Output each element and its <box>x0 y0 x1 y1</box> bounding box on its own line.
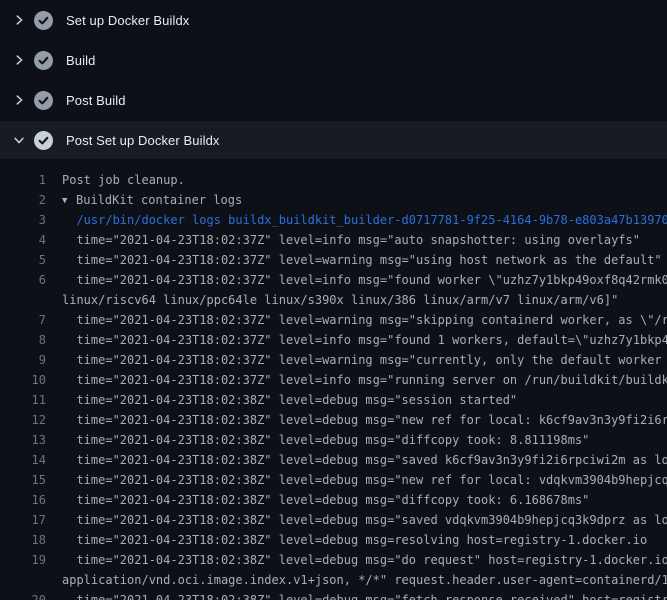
log-line-number[interactable]: 20 <box>0 590 46 600</box>
log-row: 19 time="2021-04-23T18:02:38Z" level=deb… <box>0 550 667 570</box>
steps-list: Set up Docker Buildx Build Post Build Po… <box>0 0 667 160</box>
log-line-number[interactable]: 6 <box>0 270 46 290</box>
log-text: time="2021-04-23T18:02:38Z" level=debug … <box>62 450 667 470</box>
log-command-text: /usr/bin/docker logs buildx_buildkit_bui… <box>62 210 667 230</box>
log-line-number[interactable]: 8 <box>0 330 46 350</box>
log-row: 2 ▼BuildKit container logs <box>0 190 667 210</box>
chevron-right-icon <box>11 52 27 68</box>
log-text: time="2021-04-23T18:02:37Z" level=info m… <box>62 270 667 290</box>
log-line-number[interactable]: 17 <box>0 510 46 530</box>
log-line-number[interactable]: 10 <box>0 370 46 390</box>
log-line-number[interactable]: 9 <box>0 350 46 370</box>
log-row: 9 time="2021-04-23T18:02:37Z" level=warn… <box>0 350 667 370</box>
log-row: 7 time="2021-04-23T18:02:37Z" level=warn… <box>0 310 667 330</box>
log-row: 12 time="2021-04-23T18:02:38Z" level=deb… <box>0 410 667 430</box>
log-row: 17 time="2021-04-23T18:02:38Z" level=deb… <box>0 510 667 530</box>
chevron-right-icon <box>11 12 27 28</box>
step-label: Set up Docker Buildx <box>66 13 189 28</box>
log-text: Post job cleanup. <box>62 170 185 190</box>
log-line-number[interactable]: 18 <box>0 530 46 550</box>
log-text: ▼BuildKit container logs <box>62 190 242 212</box>
log-row: 5 time="2021-04-23T18:02:37Z" level=warn… <box>0 250 667 270</box>
step-post-build[interactable]: Post Build <box>0 80 667 120</box>
log-row: 13 time="2021-04-23T18:02:38Z" level=deb… <box>0 430 667 450</box>
log-text: time="2021-04-23T18:02:38Z" level=debug … <box>62 390 517 410</box>
log-text: time="2021-04-23T18:02:37Z" level=info m… <box>62 330 667 350</box>
group-caret-icon[interactable]: ▼ <box>62 191 70 211</box>
log-text: application/vnd.oci.image.index.v1+json,… <box>62 570 667 590</box>
log-line-number[interactable]: 14 <box>0 450 46 470</box>
log-line-number[interactable]: 3 <box>0 210 46 230</box>
step-label: Build <box>66 53 95 68</box>
log-line-number[interactable]: 13 <box>0 430 46 450</box>
log-text: time="2021-04-23T18:02:37Z" level=warnin… <box>62 310 667 330</box>
log-row: 6 time="2021-04-23T18:02:37Z" level=info… <box>0 270 667 290</box>
log-text: time="2021-04-23T18:02:37Z" level=info m… <box>62 370 667 390</box>
log-text: time="2021-04-23T18:02:38Z" level=debug … <box>62 430 589 450</box>
log-text: linux/riscv64 linux/ppc64le linux/s390x … <box>62 290 618 310</box>
log-row: application/vnd.oci.image.index.v1+json,… <box>0 570 667 590</box>
log-line-number[interactable]: 4 <box>0 230 46 250</box>
log-row: linux/riscv64 linux/ppc64le linux/s390x … <box>0 290 667 310</box>
log-line-number[interactable]: 12 <box>0 410 46 430</box>
log-row: 10 time="2021-04-23T18:02:37Z" level=inf… <box>0 370 667 390</box>
log-line-number[interactable]: 11 <box>0 390 46 410</box>
check-circle-icon <box>34 51 53 70</box>
log-row: 15 time="2021-04-23T18:02:38Z" level=deb… <box>0 470 667 490</box>
log-row: 1 Post job cleanup. <box>0 170 667 190</box>
log-text: time="2021-04-23T18:02:38Z" level=debug … <box>62 490 589 510</box>
log-row: 11 time="2021-04-23T18:02:38Z" level=deb… <box>0 390 667 410</box>
step-set-up-docker-buildx[interactable]: Set up Docker Buildx <box>0 0 667 40</box>
log-text: time="2021-04-23T18:02:38Z" level=debug … <box>62 530 647 550</box>
step-label: Post Build <box>66 93 126 108</box>
log-line-number[interactable]: 5 <box>0 250 46 270</box>
check-circle-icon <box>34 91 53 110</box>
check-circle-icon <box>34 11 53 30</box>
log-line-number[interactable]: 1 <box>0 170 46 190</box>
log-text: time="2021-04-23T18:02:38Z" level=debug … <box>62 410 667 430</box>
log-row: 16 time="2021-04-23T18:02:38Z" level=deb… <box>0 490 667 510</box>
log-row: 8 time="2021-04-23T18:02:37Z" level=info… <box>0 330 667 350</box>
log-text: time="2021-04-23T18:02:37Z" level=info m… <box>62 230 640 250</box>
log-area: 1 Post job cleanup. 2 ▼BuildKit container l… <box>0 160 667 600</box>
log-line-number[interactable]: 19 <box>0 550 46 570</box>
log-row: 4 time="2021-04-23T18:02:37Z" level=info… <box>0 230 667 250</box>
chevron-down-icon <box>11 132 27 148</box>
log-rows: 1 Post job cleanup. 2 ▼BuildKit container l… <box>0 170 667 600</box>
check-circle-icon <box>34 131 53 150</box>
log-text: time="2021-04-23T18:02:37Z" level=warnin… <box>62 250 662 270</box>
step-post-set-up-docker-buildx[interactable]: Post Set up Docker Buildx <box>0 120 667 160</box>
chevron-right-icon <box>11 92 27 108</box>
log-line-number[interactable]: 15 <box>0 470 46 490</box>
log-text: time="2021-04-23T18:02:38Z" level=debug … <box>62 590 667 600</box>
log-text: time="2021-04-23T18:02:38Z" level=debug … <box>62 470 667 490</box>
log-line-number[interactable]: 2 <box>0 190 46 210</box>
log-row: 18 time="2021-04-23T18:02:38Z" level=deb… <box>0 530 667 550</box>
log-text: time="2021-04-23T18:02:38Z" level=debug … <box>62 550 667 570</box>
log-text: time="2021-04-23T18:02:37Z" level=warnin… <box>62 350 667 370</box>
log-row: 14 time="2021-04-23T18:02:38Z" level=deb… <box>0 450 667 470</box>
log-line-number[interactable]: 7 <box>0 310 46 330</box>
log-row: 3 /usr/bin/docker logs buildx_buildkit_b… <box>0 210 667 230</box>
log-line-number[interactable]: 16 <box>0 490 46 510</box>
log-row: 20 time="2021-04-23T18:02:38Z" level=deb… <box>0 590 667 600</box>
step-build[interactable]: Build <box>0 40 667 80</box>
step-label: Post Set up Docker Buildx <box>66 133 220 148</box>
log-text: time="2021-04-23T18:02:38Z" level=debug … <box>62 510 667 530</box>
